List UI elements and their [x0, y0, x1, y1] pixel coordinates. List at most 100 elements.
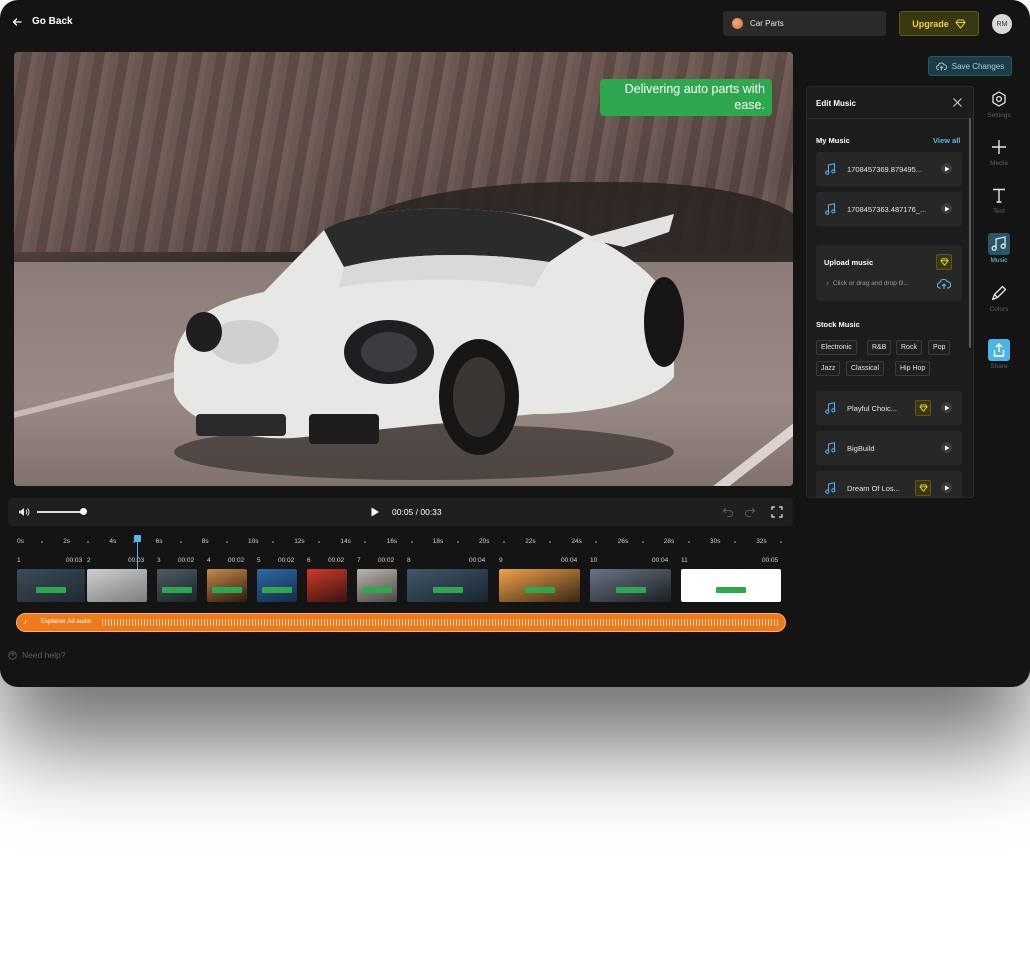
play-icon — [945, 485, 950, 490]
panel-scrollbar[interactable] — [969, 118, 971, 348]
clip-duration: 00:02 — [228, 557, 245, 564]
upload-music-dropzone[interactable]: Upload music ♪ Click or drag and drop fi… — [816, 245, 962, 301]
play-track-button[interactable] — [941, 442, 952, 453]
play-track-button[interactable] — [941, 203, 952, 214]
diamond-icon — [919, 404, 928, 412]
play-track-button[interactable] — [941, 163, 952, 174]
plus-icon — [992, 140, 1006, 154]
text-icon — [993, 188, 1005, 203]
genre-chip[interactable]: Electronic — [816, 340, 857, 355]
help-label: Need help? — [22, 650, 66, 660]
timecode: 00:05 / 00:33 — [392, 507, 442, 517]
timeline-tick-label: 6s — [155, 538, 163, 545]
timeline-tick-label: 20s — [479, 538, 490, 545]
track-name: 1708457369.879495... — [847, 165, 923, 174]
rail-item-text[interactable]: Text — [982, 182, 1016, 226]
timeline-tick-dot — [272, 541, 274, 543]
genre-chip[interactable]: Hip Hop — [895, 361, 931, 376]
my-music-track[interactable]: 1708457363.487176_... — [816, 192, 962, 226]
volume-icon[interactable] — [18, 507, 30, 517]
rail-item-music[interactable]: Music — [982, 231, 1016, 275]
upgrade-label: Upgrade — [912, 18, 949, 29]
play-track-button[interactable] — [941, 482, 952, 493]
rail-item-media[interactable]: Media — [982, 134, 1016, 178]
play-icon — [945, 206, 950, 211]
view-all-link[interactable]: View all — [933, 136, 960, 145]
arrow-left-icon — [12, 17, 22, 26]
stock-music-track[interactable]: Dream Of Los... — [816, 471, 962, 497]
timeline-tick-dot — [780, 541, 783, 543]
upgrade-button[interactable]: Upgrade — [899, 11, 979, 36]
rail-item-colors[interactable]: Colors — [982, 280, 1016, 324]
timeline-tick-label: 14s — [340, 538, 351, 545]
clip-caption-marker — [212, 586, 242, 593]
play-icon — [945, 445, 950, 450]
stock-music-track[interactable]: Playful Choic... — [816, 391, 962, 425]
go-back-button[interactable]: Go Back — [12, 16, 73, 27]
genre-chip[interactable]: Pop — [928, 340, 951, 355]
clip-caption-marker — [615, 586, 646, 593]
rail-item-share[interactable]: Share — [982, 337, 1016, 381]
timeline-clip[interactable] — [357, 569, 397, 602]
timeline-clip[interactable] — [590, 569, 671, 602]
caption-overlay[interactable]: Delivering auto parts with ease. — [600, 79, 772, 116]
volume-slider-handle[interactable] — [80, 508, 87, 515]
timeline-tick-label: 26s — [617, 538, 629, 545]
volume-slider-track[interactable] — [37, 511, 83, 513]
timeline-clip[interactable] — [157, 569, 197, 602]
genre-chip[interactable]: Rock — [896, 340, 922, 355]
audio-waveform — [102, 619, 780, 626]
timeline-tick-label: 4s — [109, 538, 117, 545]
timeline-clip[interactable] — [17, 569, 85, 602]
timeline-clip[interactable] — [87, 569, 147, 602]
timeline-tick-label: 16s — [386, 538, 398, 545]
timeline-clip[interactable] — [307, 569, 347, 602]
close-icon[interactable] — [952, 97, 963, 108]
play-track-button[interactable] — [941, 402, 952, 413]
go-back-label: Go Back — [32, 16, 73, 27]
timeline-tick-label: 12s — [294, 538, 305, 545]
save-changes-button[interactable]: Save Changes — [928, 56, 1012, 76]
redo-icon[interactable] — [744, 506, 756, 518]
genre-chip[interactable]: Jazz — [816, 361, 841, 376]
clip-caption-marker — [524, 586, 555, 593]
timeline-clip[interactable] — [207, 569, 247, 602]
clip-duration: 00:02 — [178, 557, 195, 564]
project-name-field[interactable]: Car Parts — [723, 11, 886, 36]
clip-index: 7 — [357, 557, 361, 564]
upload-music-title: Upload music — [824, 258, 874, 267]
undo-icon[interactable] — [722, 506, 734, 518]
cloud-upload-icon[interactable] — [937, 278, 951, 290]
genre-chip[interactable]: Classical — [846, 361, 885, 376]
help-link[interactable]: Need help? — [8, 650, 65, 660]
stock-music-track[interactable]: BigBuild — [816, 431, 962, 465]
rail-item-settings[interactable]: Settings — [982, 86, 1016, 130]
diamond-icon — [919, 484, 928, 492]
timeline-tick-label: 22s — [525, 538, 536, 545]
fullscreen-icon[interactable] — [771, 506, 783, 518]
timeline-tick-dot — [641, 541, 644, 543]
play-icon[interactable] — [370, 507, 380, 517]
timeline[interactable]: ♪ Explainer Ad audio 0s 2s 4s 6s 8s 10s 12s 14s… — [8, 530, 793, 640]
clip-index: 10 — [590, 557, 598, 564]
my-music-track[interactable]: 1708457369.879495... — [816, 152, 962, 186]
clip-duration: 00:03 — [128, 557, 145, 564]
genre-chip[interactable]: R&B — [867, 340, 892, 355]
clip-duration: 00:05 — [762, 557, 779, 564]
timeline-clip[interactable] — [407, 569, 488, 602]
save-changes-label: Save Changes — [951, 61, 1005, 71]
timeline-clip[interactable] — [681, 569, 781, 602]
upload-hint-text: Click or drag and drop fil... — [832, 280, 909, 287]
avatar[interactable]: RM — [992, 14, 1012, 34]
audio-track[interactable]: ♪ Explainer Ad audio — [16, 613, 786, 632]
clip-caption-marker — [432, 586, 463, 593]
track-name: BigBuild — [847, 444, 875, 453]
clip-duration: 00:02 — [378, 557, 395, 564]
diamond-icon — [955, 19, 966, 28]
timeline-clip[interactable] — [257, 569, 297, 602]
clip-caption-marker — [716, 586, 746, 593]
video-preview[interactable]: Delivering auto parts with ease. — [14, 52, 793, 486]
panel-title: Edit Music — [816, 99, 857, 108]
timeline-clip[interactable] — [499, 569, 580, 602]
sports-car-image — [174, 208, 684, 480]
